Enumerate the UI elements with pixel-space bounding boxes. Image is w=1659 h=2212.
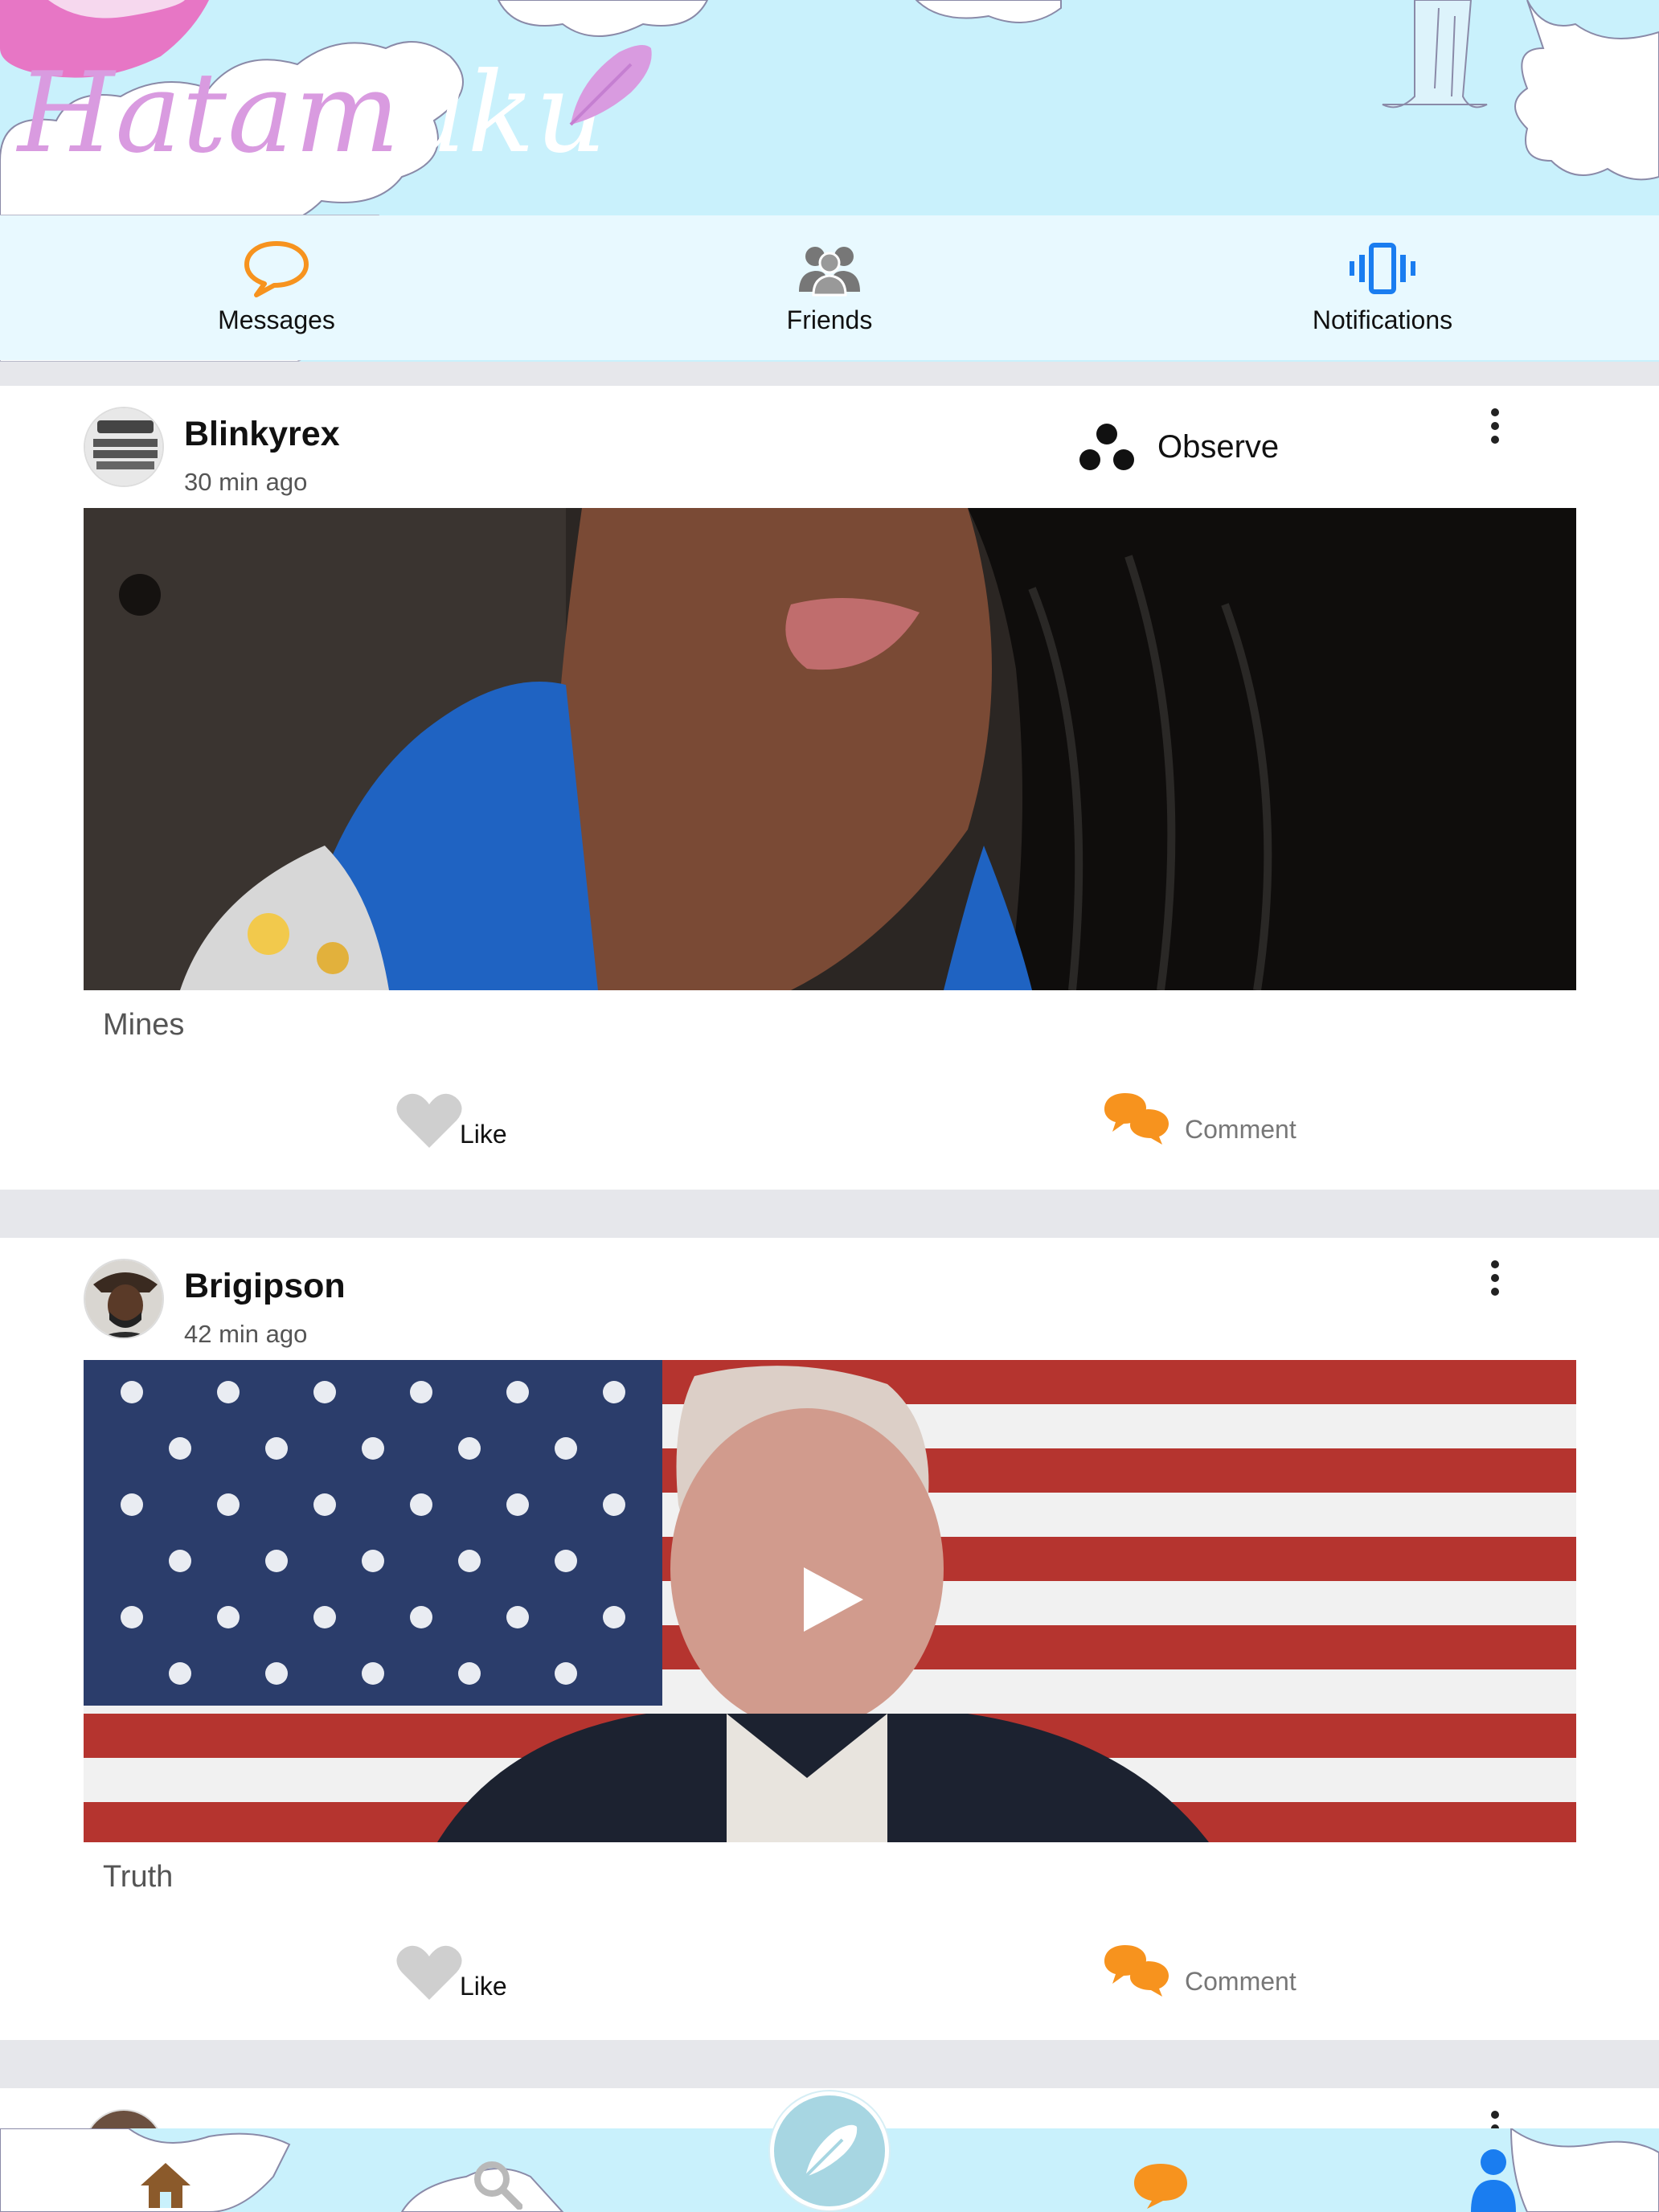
app-logo: Hatamaku [18,48,608,178]
post-timestamp: 30 min ago [184,468,308,496]
search-icon [474,2161,522,2210]
compose-feather-icon [804,2124,858,2178]
app-header: Hatamaku Messages Friends Notifications [0,0,1659,362]
comment-button[interactable]: Comment [1103,1090,1296,1145]
tab-friends-label: Friends [786,305,873,334]
more-options-icon[interactable] [1479,1254,1511,1302]
post-timestamp: 42 min ago [184,1320,308,1348]
friends-icon [793,236,866,301]
post-card: Brigipson 42 min ago Truth Like Comment [0,1238,1659,2040]
avatar[interactable] [84,407,164,487]
chat-icon [1134,2164,1187,2209]
feather-logo-icon [569,45,652,126]
more-options-icon[interactable] [1479,402,1511,450]
post-video[interactable] [84,1360,1576,1842]
top-navigation: Messages Friends Notifications [0,215,1659,360]
observe-button[interactable]: Observe [1077,421,1279,473]
comments-icon [1104,1093,1169,1145]
post-caption: Truth [103,1860,174,1894]
tab-notifications[interactable]: Notifications [1106,215,1659,360]
tab-notifications-label: Notifications [1312,305,1453,334]
nav-messages[interactable] [1129,2157,1193,2212]
profile-icon [1471,2149,1516,2212]
home-icon [141,2163,190,2208]
heart-icon [396,1093,462,1148]
vibrate-phone-icon [1346,236,1419,301]
nav-profile[interactable] [1463,2146,1524,2212]
tab-friends[interactable]: Friends [553,215,1106,360]
chat-bubble-icon [240,236,313,301]
post-caption: Mines [103,1008,185,1042]
play-icon[interactable] [793,1561,870,1638]
avatar[interactable] [84,1259,164,1339]
nav-home[interactable] [135,2156,196,2212]
comments-icon [1104,1945,1169,1997]
post-photo[interactable] [84,508,1576,990]
post-username[interactable]: Brigipson [184,1267,346,1306]
post-username[interactable]: Blinkyrex [184,415,340,454]
like-button[interactable]: Like [395,1090,507,1149]
comment-label: Comment [1185,1115,1296,1144]
heart-icon [396,1945,462,2000]
nav-search[interactable] [466,2156,527,2212]
comment-button[interactable]: Comment [1103,1942,1296,1997]
tab-messages[interactable]: Messages [0,215,553,360]
post-card: Blinkyrex 30 min ago Observe Mines Like [0,386,1659,1190]
observe-icon [1079,424,1134,470]
observe-label: Observe [1157,428,1280,465]
like-label: Like [460,1120,507,1149]
compose-button[interactable] [770,2091,889,2210]
tab-messages-label: Messages [218,305,335,334]
like-label: Like [460,1972,507,2001]
like-button[interactable]: Like [395,1942,507,2001]
comment-label: Comment [1185,1967,1296,1996]
